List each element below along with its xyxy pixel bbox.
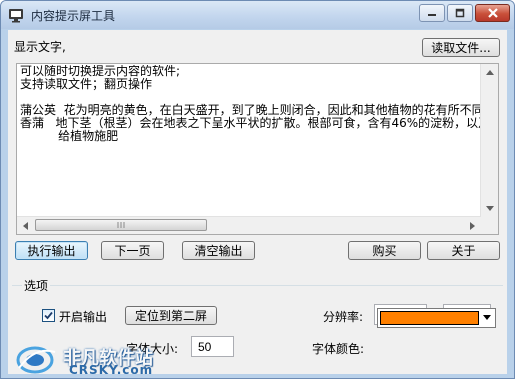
read-file-button[interactable]: 读取文件... xyxy=(422,38,500,57)
font-color-label: 字体颜色: xyxy=(312,342,365,356)
title-bar[interactable]: 内容提示屏工具 xyxy=(1,1,514,29)
chevron-right-icon[interactable] xyxy=(464,217,481,234)
clear-output-button[interactable]: 清空输出 xyxy=(182,241,255,260)
buy-button[interactable]: 购买 xyxy=(348,241,421,260)
triangle-down-icon xyxy=(483,315,491,320)
font-size-input[interactable] xyxy=(191,336,234,357)
vertical-scrollbar[interactable] xyxy=(480,64,498,217)
options-group xyxy=(12,285,503,372)
main-window: 内容提示屏工具 显示文字, 读取文件... 可以随时切换提示内容的软件; 支持读取… xyxy=(0,0,515,379)
font-color-swatch xyxy=(380,311,479,325)
display-text-line: 给植物施肥 xyxy=(20,129,119,143)
display-textarea[interactable]: 可以随时切换提示内容的软件; 支持读取文件；翻页操作 蒲公英 花为明亮的黄色，在白… xyxy=(16,63,499,235)
font-size-label: 字体大小: xyxy=(126,342,179,356)
maximize-button[interactable] xyxy=(447,4,473,22)
enable-output-label[interactable]: 开启输出 xyxy=(59,308,107,325)
minimize-icon xyxy=(428,14,436,16)
window-title: 内容提示屏工具 xyxy=(31,9,116,23)
chevron-up-icon[interactable] xyxy=(481,64,498,81)
options-group-label: 选项 xyxy=(22,277,51,294)
display-text-label: 显示文字, xyxy=(14,40,66,54)
scrollbar-corner xyxy=(481,217,498,234)
close-icon xyxy=(487,8,498,18)
display-text-content[interactable]: 可以随时切换提示内容的软件; 支持读取文件；翻页操作 蒲公英 花为明亮的黄色，在白… xyxy=(20,65,482,219)
font-color-select[interactable] xyxy=(377,308,496,328)
horizontal-scrollbar[interactable] xyxy=(17,216,481,234)
next-page-button[interactable]: 下一页 xyxy=(101,241,164,260)
chevron-down-icon[interactable] xyxy=(481,200,498,217)
enable-output-checkbox[interactable] xyxy=(42,309,55,322)
app-icon xyxy=(8,7,24,23)
execute-output-button[interactable]: 执行输出 xyxy=(15,241,88,260)
chevron-left-icon[interactable] xyxy=(17,217,34,234)
minimize-button[interactable] xyxy=(419,4,445,22)
about-button[interactable]: 关于 xyxy=(427,241,500,260)
display-text-line: 支持读取文件；翻页操作 xyxy=(20,77,153,91)
locate-second-screen-button[interactable]: 定位到第二屏 xyxy=(125,306,217,325)
horizontal-scroll-thumb[interactable] xyxy=(35,219,207,231)
close-button[interactable] xyxy=(475,4,510,22)
resolution-label: 分辨率: xyxy=(323,310,364,324)
maximize-icon xyxy=(455,8,465,18)
checkmark-icon xyxy=(44,311,53,320)
